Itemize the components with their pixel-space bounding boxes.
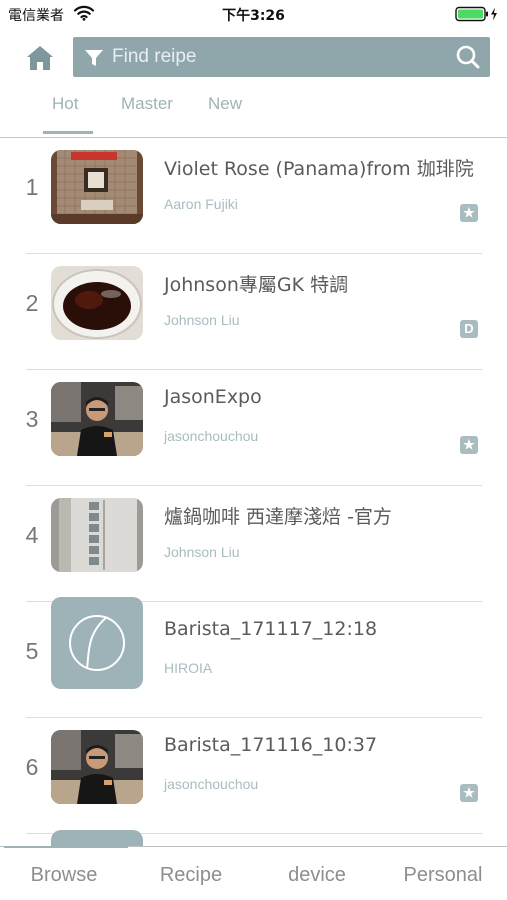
recipe-title: 爐鍋咖啡 西達摩淺焙 -官方 bbox=[164, 506, 392, 528]
clock: 下午3:26 bbox=[222, 8, 285, 24]
recipe-author: jasonchouchou bbox=[164, 428, 259, 444]
home-button[interactable] bbox=[24, 43, 56, 73]
recipe-title: Barista_171116_10:37 bbox=[164, 734, 378, 756]
star-badge-icon: ★ bbox=[460, 204, 478, 222]
barista-image bbox=[51, 730, 143, 804]
tab-master[interactable]: Master bbox=[121, 94, 173, 114]
list-item[interactable]: 1 Violet Rose (Panama)from 珈琲院 Aaron Fuj… bbox=[0, 138, 507, 254]
tab-hot[interactable]: Hot bbox=[52, 94, 78, 114]
rank-number: 2 bbox=[25, 290, 39, 316]
recipe-tabs: Hot Master New bbox=[0, 84, 507, 138]
tab-personal[interactable]: Personal bbox=[380, 864, 506, 887]
d-badge-icon: D bbox=[460, 320, 478, 338]
coffee-cup-image bbox=[51, 266, 143, 340]
search-icon[interactable] bbox=[455, 44, 481, 70]
rank-number: 5 bbox=[25, 638, 39, 664]
recipe-thumbnail bbox=[51, 498, 143, 572]
recipe-title: Johnson專屬GK 特調 bbox=[164, 274, 349, 296]
filter-icon[interactable] bbox=[83, 47, 105, 69]
coffee-bag-image bbox=[51, 150, 143, 224]
star-badge-icon: ★ bbox=[460, 436, 478, 454]
rank-number: 3 bbox=[25, 406, 39, 432]
recipe-thumbnail bbox=[51, 730, 143, 804]
star-badge-icon: ★ bbox=[460, 784, 478, 802]
tab-browse[interactable]: Browse bbox=[1, 864, 127, 887]
recipe-title: Violet Rose (Panama)from 珈琲院 bbox=[164, 158, 474, 180]
list-item[interactable]: 2 Johnson專屬GK 特調 Johnson Liu D bbox=[0, 254, 507, 370]
search-input[interactable]: Find reipe bbox=[112, 46, 197, 68]
recipe-author: Johnson Liu bbox=[164, 544, 240, 560]
tab-recipe[interactable]: Recipe bbox=[128, 864, 254, 887]
list-item[interactable]: 4 爐鍋咖啡 西達摩淺焙 -官方 Johnson Liu bbox=[0, 486, 507, 602]
recipe-author: Aaron Fujiki bbox=[164, 196, 238, 212]
tab-new[interactable]: New bbox=[208, 94, 242, 114]
status-bar: 電信業者 下午3:26 bbox=[0, 0, 507, 28]
list-item[interactable]: 5 Barista_171117_12:18 HIROIA bbox=[0, 597, 507, 718]
recipe-thumbnail bbox=[51, 150, 143, 224]
recipe-thumbnail bbox=[51, 382, 143, 456]
list-item[interactable]: 6 Barista_171116_10:37 jasonchouchou ★ bbox=[0, 718, 507, 834]
recipe-author: HIROIA bbox=[164, 660, 213, 676]
rank-number: 4 bbox=[25, 522, 39, 548]
list-item[interactable]: 3 JasonExpo jasonchouchou ★ bbox=[0, 370, 507, 486]
hiroia-logo-icon bbox=[51, 597, 143, 689]
coffee-package-image bbox=[51, 498, 143, 572]
tab-device[interactable]: device bbox=[254, 864, 380, 887]
recipe-thumbnail-partial bbox=[51, 830, 143, 846]
bottom-tab-bar: Browse Recipe device Personal bbox=[0, 846, 507, 900]
rank-number: 1 bbox=[25, 174, 39, 200]
recipe-thumbnail bbox=[51, 266, 143, 340]
rank-number: 6 bbox=[25, 754, 39, 780]
barista-image bbox=[51, 382, 143, 456]
recipe-author: jasonchouchou bbox=[164, 776, 259, 792]
active-tab-indicator bbox=[4, 846, 128, 848]
recipe-title: JasonExpo bbox=[164, 386, 262, 408]
battery-charging-icon bbox=[455, 6, 499, 22]
search-bar[interactable]: Find reipe bbox=[73, 37, 490, 77]
home-icon bbox=[27, 46, 53, 70]
recipe-thumbnail bbox=[51, 597, 143, 689]
recipe-author: Johnson Liu bbox=[164, 312, 240, 328]
active-tab-indicator bbox=[43, 131, 93, 134]
recipe-title: Barista_171117_12:18 bbox=[164, 618, 378, 640]
